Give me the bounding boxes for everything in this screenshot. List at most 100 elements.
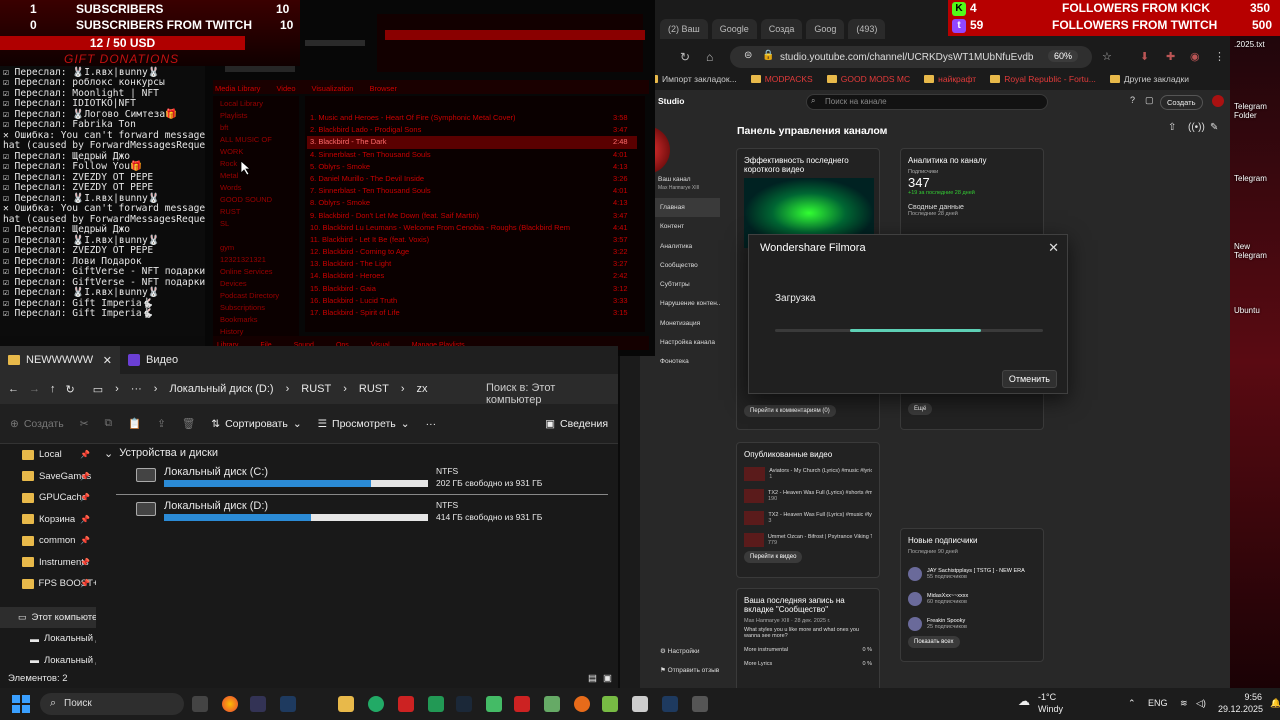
more-icon[interactable]: ···: [426, 418, 437, 430]
browser-menu-icon[interactable]: ⋮: [1214, 50, 1225, 63]
app-icon-10[interactable]: [632, 696, 648, 712]
up-icon[interactable]: ↑: [50, 383, 56, 395]
more-comments-button[interactable]: Ещё: [908, 403, 933, 415]
library-tree-item[interactable]: SL: [220, 218, 300, 230]
help-icon[interactable]: ?: [1130, 95, 1135, 105]
tab-browser[interactable]: Browser: [369, 84, 397, 93]
track-row[interactable]: 5. Oblyrs - Smoke 4:13: [307, 161, 637, 173]
refresh-icon[interactable]: ↻: [66, 383, 75, 396]
taskbar-search[interactable]: Поиск: [40, 693, 184, 715]
forward-icon[interactable]: →: [29, 383, 40, 395]
cut-icon[interactable]: ✂: [80, 418, 89, 430]
upload-icon[interactable]: ⇧: [1168, 122, 1176, 133]
track-row[interactable]: 12. Blackbird - Coming to Age 3:22: [307, 246, 637, 258]
sidebar-item[interactable]: Local 📌: [0, 444, 96, 466]
file-explorer-icon[interactable]: [338, 696, 354, 712]
library-tree-item[interactable]: Bookmarks: [220, 314, 300, 326]
view-button[interactable]: ☰ Просмотреть ⌄: [318, 418, 410, 430]
wifi-icon[interactable]: ≋: [1180, 698, 1188, 709]
edit-icon[interactable]: ✎: [1210, 122, 1218, 133]
sidebar-item[interactable]: ▬ Локальный д: [0, 628, 96, 650]
app-icon-1[interactable]: [250, 696, 266, 712]
library-tree-item[interactable]: gym: [220, 242, 300, 254]
video-row[interactable]: Ummet Ozcan - Bifrost | Psytrance Viking…: [744, 529, 872, 551]
subscriber-row[interactable]: Freakin Spooky 25 подписчиков: [908, 611, 1036, 636]
track-row[interactable]: 14. Blackbird - Heroes 2:42: [307, 270, 637, 282]
home-icon[interactable]: ⌂: [706, 50, 713, 64]
live-icon[interactable]: ((•)): [1188, 122, 1205, 133]
explorer-search-input[interactable]: Поиск в: Этот компьютер: [480, 378, 610, 406]
library-tree-item[interactable]: RUST: [220, 206, 300, 218]
language-indicator[interactable]: ENG: [1148, 698, 1168, 708]
copy-icon[interactable]: ⧉: [105, 417, 113, 430]
channel-search-input[interactable]: Поиск на канале: [806, 94, 1048, 110]
reload-icon[interactable]: ↻: [680, 50, 690, 64]
library-tree-item[interactable]: Podcast Directory: [220, 290, 300, 302]
extensions-puzzle-icon[interactable]: ✚: [1166, 50, 1175, 63]
paste-icon[interactable]: 📋: [128, 417, 141, 430]
sort-button[interactable]: ⇅ Сортировать ⌄: [211, 418, 301, 430]
browser-tab[interactable]: Google: [711, 19, 757, 39]
track-row[interactable]: 15. Blackbird - Gaia 3:12: [307, 283, 637, 295]
sidebar-item[interactable]: ▭ Этот компьютер: [0, 606, 96, 628]
tab-visualization[interactable]: Visualization: [311, 84, 353, 93]
tiles-view-icon[interactable]: ▣: [603, 673, 612, 684]
details-view-icon[interactable]: ▤: [588, 673, 597, 684]
desktop-telegram[interactable]: Telegram: [1234, 174, 1280, 183]
create-button[interactable]: Создать: [1160, 95, 1203, 110]
weather-temp[interactable]: -1°C: [1038, 692, 1056, 702]
bookmark-item[interactable]: Импорт закладок...: [648, 74, 737, 84]
app-icon-6[interactable]: [486, 696, 502, 712]
share-icon[interactable]: ⇪: [157, 418, 166, 430]
bookmark-item[interactable]: Royal Republic - Fortu...: [990, 74, 1096, 84]
track-row[interactable]: 7. Sinnerblast - Ten Thousand Souls 4:01: [307, 185, 637, 197]
bookmark-star-icon[interactable]: ☆: [1102, 50, 1112, 63]
track-row[interactable]: 4. Sinnerblast - Ten Thousand Souls 4:01: [307, 149, 637, 161]
url-bar[interactable]: ⊜ 🔒 studio.youtube.com/channel/UCRKDysWT…: [730, 46, 1092, 68]
firefox-icon[interactable]: [574, 696, 590, 712]
extension-icon[interactable]: ⬇: [1140, 50, 1149, 63]
app-icon-9[interactable]: [602, 696, 618, 712]
clock-time[interactable]: 9:56: [1218, 692, 1262, 702]
bookmark-item[interactable]: найкрафт: [924, 74, 976, 84]
library-tree-item[interactable]: Local Library: [220, 98, 300, 110]
app-icon-5[interactable]: [428, 696, 444, 712]
track-row[interactable]: 17. Blackbird - Spirit of Life 3:15: [307, 307, 637, 319]
library-tree-item[interactable]: 12321321321: [220, 254, 300, 266]
breadcrumb-drive[interactable]: Локальный диск (D:): [169, 383, 273, 395]
app-icon-4[interactable]: [398, 696, 414, 712]
sidebar-item[interactable]: Instruments 📌: [0, 552, 96, 574]
subscriber-row[interactable]: JAY Sachistpplays [ TSTG ] - NEW ERA 55 п…: [908, 561, 1036, 586]
messages-icon[interactable]: ▢: [1145, 95, 1154, 106]
profile-icon[interactable]: ◉: [1190, 50, 1200, 63]
drive-d[interactable]: Локальный диск (D:) NTFS 414 ГБ свободно…: [134, 500, 542, 528]
sidebar-item[interactable]: SaveGames 📌: [0, 466, 96, 488]
library-tree-item[interactable]: Words: [220, 182, 300, 194]
library-tree-item[interactable]: Metal: [220, 170, 300, 182]
task-view-icon[interactable]: [192, 696, 208, 712]
create-button[interactable]: ⊕ Создать: [10, 418, 64, 430]
tab-video[interactable]: Видео: [120, 346, 186, 374]
go-to-videos-button[interactable]: Перейти к видео: [744, 551, 803, 563]
drive-c[interactable]: Локальный диск (C:) NTFS 202 ГБ свободно…: [134, 466, 542, 494]
video-row[interactable]: Aviators - My Church (Lyrics) #music #ly…: [744, 463, 872, 485]
console-window[interactable]: Черный список активен☑ Переслал: Zvezdy☑…: [0, 36, 205, 336]
more-path-icon[interactable]: ···: [131, 383, 142, 395]
library-tree-item[interactable]: Devices: [220, 278, 300, 290]
breadcrumb-zx[interactable]: zx: [417, 383, 428, 395]
tab-media-library[interactable]: Media Library: [215, 84, 260, 93]
bookmark-item[interactable]: MODPACKS: [750, 74, 813, 84]
details-button[interactable]: ▣ Сведения: [545, 418, 608, 430]
library-tree-item[interactable]: Rock: [220, 158, 300, 170]
chrome-icon[interactable]: [222, 696, 238, 712]
library-tree-item[interactable]: [220, 230, 300, 242]
track-row[interactable]: 11. Blackbird - Let It Be (feat. Voxis) 3…: [307, 234, 637, 246]
library-tree-item[interactable]: Subscriptions: [220, 302, 300, 314]
studio-logo[interactable]: Studio: [658, 96, 684, 106]
library-tree-item[interactable]: bft: [220, 122, 300, 134]
delete-icon[interactable]: 🗑: [182, 417, 195, 430]
file-explorer-window[interactable]: NEWWWWW ✕ Видео ← → ↑ ↻ ▭ › ··· › Локаль…: [0, 346, 618, 688]
devices-section-header[interactable]: ⌄ Устройства и диски: [104, 444, 614, 462]
library-tree-item[interactable]: WORK: [220, 146, 300, 158]
subscriber-row[interactable]: MidasXxx~~xxxx 60 подписчиков: [908, 586, 1036, 611]
